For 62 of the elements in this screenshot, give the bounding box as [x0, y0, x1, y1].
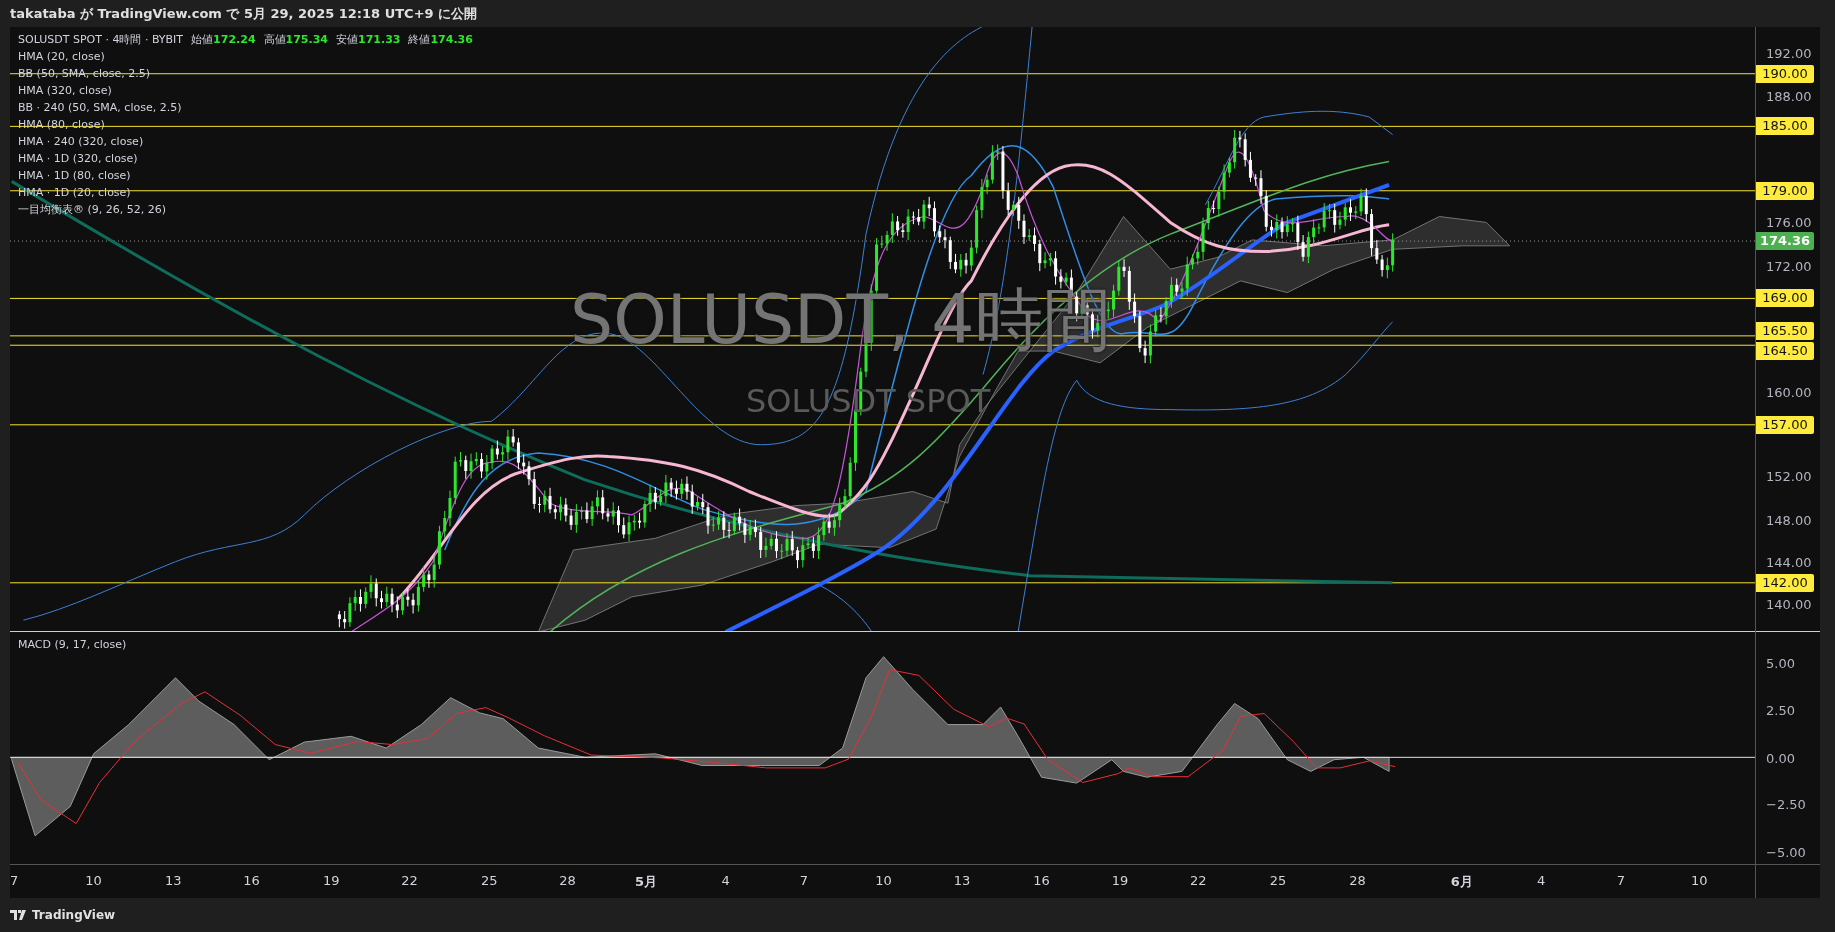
time-axis-label: 19 [322, 873, 340, 889]
indicator-label[interactable]: HMA (20, close) [18, 48, 473, 65]
price-axis-label: 160.00 [1766, 384, 1812, 400]
price-level-tag: 164.50 [1756, 342, 1814, 361]
price-level-tag: 169.00 [1756, 289, 1814, 308]
price-axis-label: 172.00 [1766, 258, 1812, 274]
symbol-info: SOLUSDT SPOT · 4時間 · BYBIT [18, 32, 184, 48]
price-axis-label: 188.00 [1766, 88, 1812, 104]
time-axis-label: 28 [1349, 873, 1366, 889]
time-axis-label: 25 [1269, 873, 1287, 889]
macd-label[interactable]: MACD (9, 17, close) [18, 638, 127, 652]
time-axis-label: 25 [480, 873, 498, 889]
price-axis-label: 148.00 [1766, 512, 1812, 528]
macd-axis-label: 5.00 [1766, 655, 1795, 671]
time-axis-label: 5月 [634, 873, 657, 892]
macd-axis-label: −2.50 [1766, 796, 1806, 812]
time-axis-label: 10 [1690, 873, 1708, 889]
publish-info: takataba が TradingView.com で 5月 29, 2025 12:18 UTC+9 に公開 [9, 4, 479, 23]
price-level-tag: 179.00 [1756, 181, 1814, 200]
lower-band-line [818, 584, 873, 632]
macd-axis-label: −5.00 [1766, 844, 1806, 860]
price-level-tag: 185.00 [1756, 117, 1814, 136]
time-axis-label: 6月 [1450, 873, 1473, 892]
last-price-tag: 174.36 [1756, 232, 1814, 251]
indicator-label[interactable]: HMA (320, close) [18, 82, 473, 99]
time-axis-label: 16 [243, 873, 260, 889]
time-axis-label: 10 [85, 873, 102, 889]
time-axis-label: 4 [1537, 873, 1546, 889]
indicator-label[interactable]: HMA · 1D (320, close) [18, 150, 473, 167]
price-axis-label: 176.00 [1766, 214, 1812, 230]
brand-name: TradingView [32, 908, 116, 922]
macd-axis-label: 2.50 [1766, 702, 1795, 718]
time-axis-label: 22 [1190, 873, 1207, 889]
macd-axis-label: 0.00 [1766, 750, 1795, 766]
price-level-tag: 165.50 [1756, 322, 1814, 341]
price-axis-label: 192.00 [1766, 45, 1812, 61]
time-axis-label: 7 [9, 873, 19, 889]
indicator-label[interactable]: HMA · 240 (320, close) [18, 133, 473, 150]
price-axis-label: 152.00 [1766, 468, 1812, 484]
time-axis-label: 28 [559, 873, 576, 889]
time-axis-label: 7 [799, 873, 809, 889]
time-axis-label: 16 [1033, 873, 1050, 889]
time-axis-label: 4 [721, 873, 730, 889]
price-level-tag: 190.00 [1756, 64, 1814, 83]
time-axis-label: 22 [401, 873, 418, 889]
time-axis-label: 7 [1616, 873, 1625, 889]
ohlc-value: 始値172.24 [191, 32, 256, 48]
logo-icon [10, 910, 28, 920]
indicator-label[interactable]: 一目均衡表® (9, 26, 52, 26) [18, 201, 473, 218]
ohlc-value: 終値174.36 [408, 32, 473, 48]
price-axis-label: 140.00 [1766, 596, 1812, 612]
time-axis-label: 10 [875, 873, 892, 889]
price-level-tag: 142.00 [1756, 573, 1814, 592]
time-axis-label: 13 [164, 873, 182, 889]
ohlc-value: 高値175.34 [263, 32, 328, 48]
indicator-label[interactable]: BB · 240 (50, SMA, close, 2.5) [18, 99, 473, 116]
time-axis-label: 19 [1111, 873, 1129, 889]
price-level-tag: 157.00 [1756, 415, 1814, 434]
ohlc-value: 安値171.33 [336, 32, 401, 48]
price-axis-label: 144.00 [1766, 554, 1812, 570]
indicator-label[interactable]: HMA · 1D (80, close) [18, 167, 473, 184]
time-axis-label: 13 [953, 873, 971, 889]
